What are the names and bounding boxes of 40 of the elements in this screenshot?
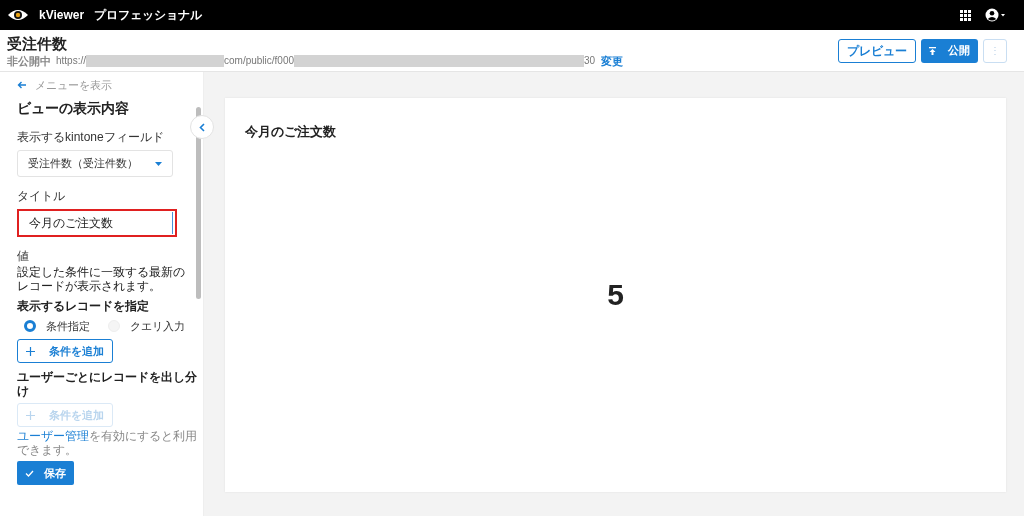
- radio-label[interactable]: 条件指定: [46, 319, 90, 333]
- apps-grid-icon[interactable]: [960, 9, 971, 21]
- show-menu-link[interactable]: メニューを表示: [35, 76, 112, 94]
- title-input[interactable]: 今月のご注文数: [17, 209, 177, 237]
- title-label: タイトル: [17, 189, 66, 203]
- plus-icon: [26, 346, 35, 356]
- field-select[interactable]: 受注件数（受注件数）: [17, 150, 173, 177]
- record-label: 表示するレコードを指定: [17, 299, 150, 313]
- check-icon: [25, 469, 34, 477]
- page-title: 受注件数: [7, 33, 68, 54]
- hint-text: ユーザー管理を有効にすると利用できます。: [17, 429, 197, 457]
- plus-icon: [26, 410, 35, 420]
- value-label: 値: [17, 249, 30, 263]
- save-button[interactable]: 保存: [17, 461, 74, 485]
- panel-heading: ビューの表示内容: [17, 99, 130, 118]
- add-condition-button[interactable]: 条件を追加: [17, 339, 113, 363]
- publish-button[interactable]: 公開: [921, 38, 978, 63]
- status-label: 非公開中: [7, 53, 51, 68]
- change-link[interactable]: 変更: [601, 53, 624, 68]
- dropdown-caret-icon: [155, 161, 162, 166]
- edition-label: プロフェッショナル: [94, 7, 203, 24]
- split-label: ユーザーごとにレコードを出し分け: [17, 370, 197, 398]
- card-value: 5: [607, 277, 624, 314]
- user-avatar-icon[interactable]: [985, 8, 1007, 22]
- user-management-link[interactable]: ユーザー管理: [17, 429, 89, 443]
- radio-button[interactable]: [24, 320, 36, 332]
- url-text: 30: [584, 53, 596, 68]
- chevron-left-icon: [199, 122, 205, 132]
- eye-logo-icon: [7, 8, 29, 22]
- url-text: com/public/f000: [224, 53, 295, 68]
- upload-icon: [929, 46, 936, 55]
- radio-label[interactable]: クエリ入力: [130, 319, 185, 333]
- field-label: 表示するkintoneフィールド: [17, 130, 165, 144]
- preview-button[interactable]: プレビュー: [838, 38, 916, 63]
- collapse-panel-button[interactable]: [190, 115, 214, 139]
- app-name: kViewer: [39, 7, 85, 24]
- back-arrow-icon[interactable]: [17, 81, 27, 89]
- card-title: 今月のご注文数: [245, 123, 336, 141]
- value-description: 設定した条件に一致する最新のレコードが表示されます。: [17, 265, 186, 293]
- url-text: https://: [56, 53, 86, 68]
